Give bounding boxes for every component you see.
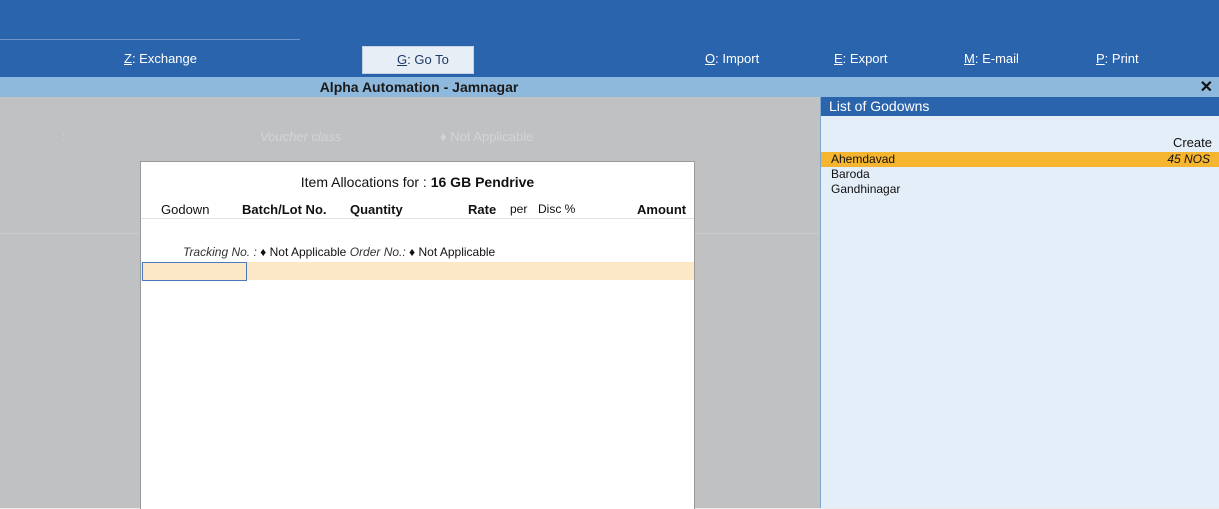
voucher-class-label: Voucher class — [260, 129, 342, 144]
panel-title: List of Godowns — [821, 97, 1219, 116]
column-disc: Disc % — [538, 202, 576, 216]
list-item-name: Ahemdavad — [831, 152, 896, 166]
close-icon[interactable]: ✕ — [1200, 77, 1213, 97]
list-item[interactable]: Gandhinagar — [821, 182, 1219, 197]
import-shortcut-key: O — [705, 51, 716, 66]
top-toolbar: Z: Exchange G: Go To O: Import E: Export… — [0, 0, 1219, 77]
export-label: : Export — [842, 51, 888, 66]
list-item[interactable]: Baroda — [821, 167, 1219, 182]
column-batch: Batch/Lot No. — [242, 202, 327, 217]
goto-shortcut-key: G — [397, 52, 408, 67]
company-titlebar: Alpha Automation - Jamnagar ✕ — [0, 77, 1219, 97]
list-item[interactable]: Ahemdavad 45 NOS — [821, 152, 1219, 167]
print-menu-button[interactable]: P: Print — [1096, 51, 1139, 66]
column-quantity: Quantity — [350, 202, 403, 217]
column-rate: Rate — [468, 202, 497, 217]
column-amount: Amount — [637, 202, 687, 217]
goto-menu-button[interactable]: G: Go To — [362, 46, 474, 74]
exchange-label: : Exchange — [131, 51, 197, 66]
dialog-item-name: 16 GB Pendrive — [430, 174, 535, 190]
header-divider — [141, 218, 694, 219]
export-menu-button[interactable]: E: Export — [834, 51, 887, 66]
order-value: ♦ Not Applicable — [409, 245, 496, 259]
order-label: Order No.: — [349, 245, 406, 259]
exchange-menu-button[interactable]: Z: Exchange — [124, 51, 197, 66]
create-godown-button[interactable]: Create — [1173, 135, 1212, 150]
list-item-name: Gandhinagar — [831, 182, 901, 196]
list-item-qty: 45 NOS — [1167, 152, 1210, 166]
dialog-title: Item Allocations for : 16 GB Pendrive — [141, 174, 694, 190]
email-label: : E-mail — [974, 51, 1019, 66]
import-menu-button[interactable]: O: Import — [705, 51, 759, 66]
godown-input[interactable] — [142, 262, 247, 281]
goto-label: : Go To — [407, 52, 449, 67]
email-menu-button[interactable]: M: E-mail — [964, 51, 1019, 66]
item-allocations-dialog: Item Allocations for : 16 GB Pendrive Go… — [140, 161, 695, 509]
import-label: : Import — [715, 51, 760, 66]
exchange-shortcut-key: Z — [124, 51, 132, 66]
company-title: Alpha Automation - Jamnagar — [319, 79, 519, 95]
print-label: : Print — [1104, 51, 1139, 66]
column-per: per — [510, 202, 528, 216]
toolbar-divider — [0, 39, 300, 40]
godown-list-panel: List of Godowns Create Ahemdavad 45 NOS … — [820, 97, 1219, 508]
list-item-name: Baroda — [831, 167, 870, 181]
print-shortcut-key: P — [1096, 51, 1105, 66]
email-shortcut-key: M — [964, 51, 975, 66]
export-shortcut-key: E — [834, 51, 843, 66]
tracking-value: ♦ Not Applicable — [260, 245, 347, 259]
voucher-class-value: ♦ Not Applicable — [440, 129, 534, 144]
column-godown: Godown — [161, 202, 210, 217]
background-colon: : — [62, 129, 66, 144]
tracking-label: Tracking No. : — [183, 245, 257, 259]
dialog-title-prefix: Item Allocations for : — [300, 174, 427, 190]
tracking-row: Tracking No. : ♦ Not Applicable Order No… — [183, 245, 495, 259]
